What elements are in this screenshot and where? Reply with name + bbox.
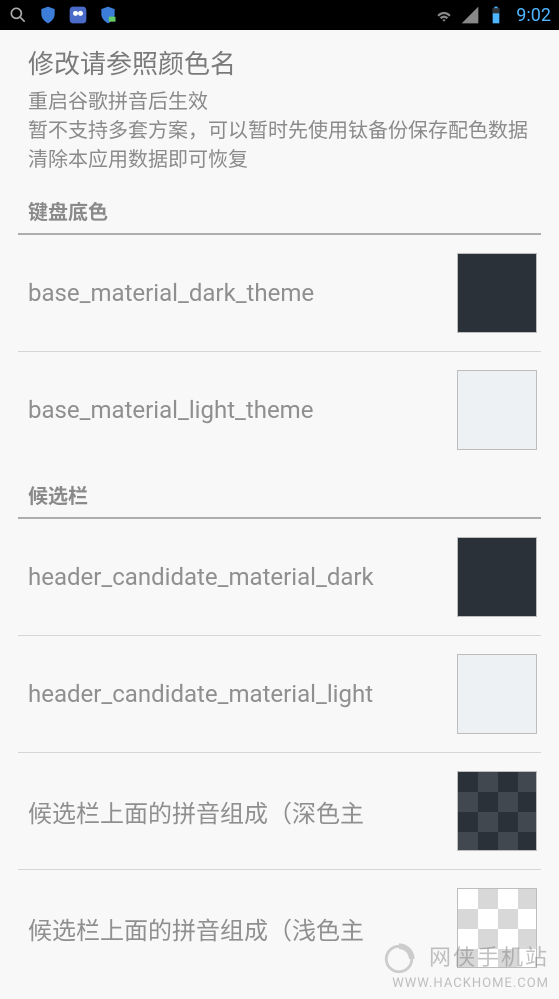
search-icon (8, 5, 28, 25)
wifi-icon (434, 5, 454, 25)
page-subtitle-2: 暂不支持多套方案，可以暂时先使用钛备份保存配色数据 (28, 116, 539, 145)
page-header: 修改请参照颜色名 重启谷歌拼音后生效 暂不支持多套方案，可以暂时先使用钛备份保存… (0, 30, 559, 184)
color-swatch[interactable] (457, 654, 537, 734)
section-font-color-header: 字体颜色 (0, 986, 559, 999)
color-swatch[interactable] (457, 370, 537, 450)
color-item-candidate-light[interactable]: header_candidate_material_light (0, 636, 559, 752)
item-label: base_material_light_theme (28, 396, 445, 424)
item-label: header_candidate_material_light (28, 680, 445, 708)
page-subtitle-3: 清除本应用数据即可恢复 (28, 145, 539, 174)
app-icon (68, 5, 88, 25)
color-item-pinyin-dark[interactable]: 候选栏上面的拼音组成（深色主 (0, 753, 559, 869)
status-bar: 9:02 (0, 0, 559, 30)
item-label: base_material_dark_theme (28, 279, 445, 307)
color-item-base-light[interactable]: base_material_light_theme (0, 352, 559, 468)
page-title: 修改请参照颜色名 (28, 44, 539, 81)
color-swatch[interactable] (457, 253, 537, 333)
color-swatch[interactable] (457, 537, 537, 617)
color-swatch[interactable] (457, 888, 537, 968)
color-item-candidate-dark[interactable]: header_candidate_material_dark (0, 519, 559, 635)
color-swatch[interactable] (457, 771, 537, 851)
section-keyboard-bg-header: 键盘底色 (0, 184, 559, 233)
shield-icon (38, 5, 58, 25)
item-label: header_candidate_material_dark (28, 563, 445, 591)
section-candidate-header: 候选栏 (0, 468, 559, 517)
page-subtitle-1: 重启谷歌拼音后生效 (28, 87, 539, 116)
shield-check-icon (98, 5, 118, 25)
color-item-base-dark[interactable]: base_material_dark_theme (0, 235, 559, 351)
status-clock: 9:02 (516, 5, 551, 26)
signal-icon (460, 5, 480, 25)
battery-icon (486, 5, 506, 25)
color-item-pinyin-light[interactable]: 候选栏上面的拼音组成（浅色主 (0, 870, 559, 986)
item-label: 候选栏上面的拼音组成（深色主 (28, 794, 445, 829)
settings-content: 修改请参照颜色名 重启谷歌拼音后生效 暂不支持多套方案，可以暂时先使用钛备份保存… (0, 30, 559, 999)
item-label: 候选栏上面的拼音组成（浅色主 (28, 911, 445, 946)
